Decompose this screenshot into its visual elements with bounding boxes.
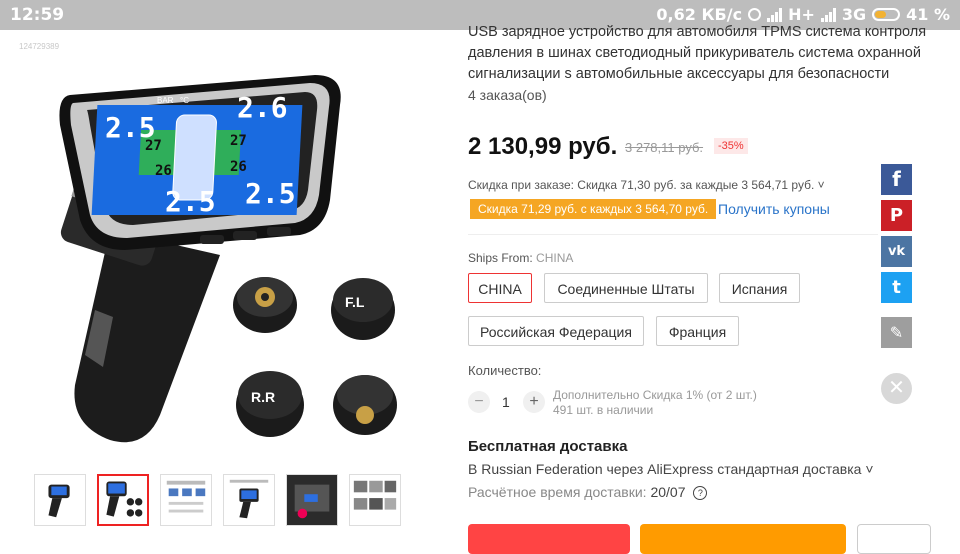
ship-option-usa[interactable]: Соединенные Штаты — [544, 273, 708, 303]
vk-icon[interactable]: vk — [881, 236, 912, 267]
sensor-rr: R.R — [236, 371, 304, 437]
shipping-route[interactable]: В Russian Federation через AliExpress ст… — [468, 461, 874, 477]
product-title: USB зарядное устройство для автомобиля T… — [468, 24, 927, 82]
pressure-fr: 2.6 — [237, 91, 288, 124]
pinterest-icon[interactable]: P — [881, 200, 912, 231]
coupon-tag: Скидка 71,29 руб. с каждых 3 564,70 руб. — [470, 199, 717, 219]
shipping-title: Бесплатная доставка — [468, 438, 628, 455]
image-thumbnails — [34, 474, 401, 526]
old-price: 3 278,11 руб. — [625, 140, 704, 155]
quantity-note: Дополнительно Скидка 1% (от 2 шт.) 491 ш… — [553, 388, 757, 418]
wishlist-button[interactable] — [857, 524, 931, 554]
ships-from-label: Ships From: CHINA — [468, 251, 573, 265]
quantity-minus-button[interactable]: − — [468, 391, 490, 413]
product-main-image[interactable]: BAR °C 2.5 2.6 2.5 2.5 27 27 26 26 F.L R… — [15, 55, 415, 455]
shipping-eta: Расчётное время доставки: 20/07 ? — [468, 484, 708, 500]
ship-option-russia[interactable]: Российская Федерация — [468, 316, 644, 346]
thumbnail-2-selected[interactable] — [97, 474, 149, 526]
ship-option-china[interactable]: CHINA — [468, 273, 532, 303]
tpms-charger-illustration: BAR °C 2.5 2.6 2.5 2.5 27 27 26 26 F.L R… — [59, 75, 397, 443]
sensor-valve-1 — [233, 277, 297, 333]
thumbnail-5[interactable] — [286, 474, 338, 526]
pressure-rr: 2.5 — [245, 177, 296, 210]
twitter-icon[interactable]: t — [881, 272, 912, 303]
eta-label: Расчётное время доставки: — [468, 484, 647, 500]
buy-now-button[interactable] — [468, 524, 630, 554]
quantity-value[interactable]: 1 — [502, 394, 510, 410]
ship-option-france[interactable]: Франция — [656, 316, 739, 346]
celsius-label: °C — [180, 96, 189, 105]
status-time: 12:59 — [10, 5, 65, 25]
alarm-icon — [748, 8, 762, 21]
sensor-fl-label: F.L — [345, 294, 365, 310]
help-icon[interactable]: ? — [693, 486, 708, 500]
add-to-cart-button[interactable] — [640, 524, 846, 554]
ships-from-value: CHINA — [536, 251, 574, 265]
temp-rl: 26 — [155, 163, 172, 179]
discount-badge: -35% — [714, 138, 748, 154]
sensor-fl: F.L — [331, 278, 395, 340]
quantity-discount-note: Дополнительно Скидка 1% (от 2 шт.) — [553, 388, 757, 402]
pressure-rl: 2.5 — [165, 185, 216, 218]
orders-count: 4 заказа(ов) — [468, 87, 547, 103]
temp-fl: 27 — [145, 138, 162, 154]
facebook-icon[interactable]: f — [881, 164, 912, 195]
eta-value: 20/07 — [650, 484, 686, 500]
bar-label: BAR — [157, 96, 174, 105]
edit-icon[interactable]: ✎ — [881, 317, 912, 348]
quantity-plus-button[interactable]: + — [523, 391, 545, 413]
ship-option-spain[interactable]: Испания — [719, 273, 800, 303]
temp-fr: 27 — [230, 133, 247, 149]
product-price: 2 130,99 руб. — [468, 133, 618, 160]
thumbnail-1[interactable] — [34, 474, 86, 526]
temp-rr: 26 — [230, 159, 247, 175]
order-discount[interactable]: Скидка при заказе: Скидка 71,30 руб. за … — [468, 178, 825, 192]
stock-note: 491 шт. в наличии — [553, 403, 654, 417]
quantity-label: Количество: — [468, 363, 542, 378]
signal-icon — [767, 7, 783, 22]
ships-from-title: Ships From: — [468, 251, 533, 265]
thumbnail-4[interactable] — [223, 474, 275, 526]
thumbnail-6[interactable] — [349, 474, 401, 526]
get-coupons-link[interactable]: Получить купоны — [718, 201, 830, 217]
close-icon[interactable]: ✕ — [881, 373, 912, 404]
divider — [468, 234, 878, 235]
sensor-valve-2 — [333, 375, 397, 435]
battery-icon — [872, 8, 901, 21]
signal-icon-2 — [820, 7, 836, 22]
product-image-id: 124729389 — [19, 42, 60, 51]
sensor-rr-label: R.R — [251, 389, 275, 405]
thumbnail-3[interactable] — [160, 474, 212, 526]
